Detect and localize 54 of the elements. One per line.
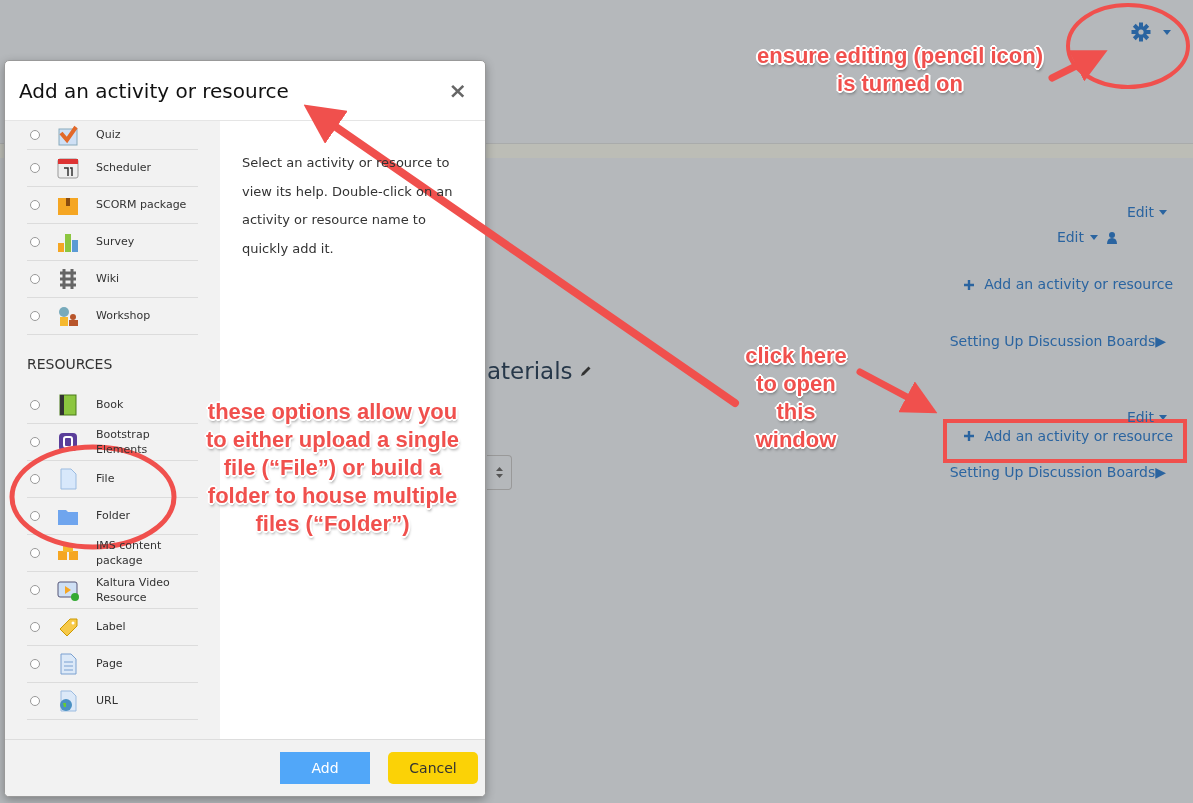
option-label[interactable]: Bootstrap Elements (96, 426, 188, 458)
option-label[interactable]: URL (96, 693, 118, 709)
plus-icon (964, 431, 975, 441)
radio-button[interactable] (30, 548, 40, 558)
module-icon (56, 156, 80, 180)
option-label[interactable]: Wiki (96, 271, 120, 287)
option-label[interactable]: SCORM package (96, 197, 187, 213)
option-label[interactable]: File (96, 471, 115, 487)
radio-button[interactable] (30, 274, 40, 284)
radio-button[interactable] (30, 237, 40, 247)
option-label[interactable]: Scheduler (96, 160, 152, 176)
radio-button[interactable] (30, 659, 40, 669)
module-icon (56, 123, 80, 147)
radio-button[interactable] (30, 696, 40, 706)
radio-button[interactable] (30, 163, 40, 173)
radio-button[interactable] (30, 311, 40, 321)
pencil-icon[interactable] (579, 365, 592, 378)
option-label[interactable]: Kaltura Video Resource (96, 574, 188, 606)
caret-icon (1159, 210, 1167, 215)
section-heading: RESOURCES (27, 355, 114, 374)
close-button[interactable]: × (444, 79, 471, 102)
caret-icon (1159, 414, 1167, 420)
option-label[interactable]: Quiz (96, 127, 121, 143)
plus-icon (964, 279, 975, 290)
caret-icon (1163, 30, 1171, 35)
dialog-title: Add an activity or resource (19, 77, 289, 105)
user-icon (1107, 231, 1117, 244)
annotation-text: these options allow you to either upload a single file (“File”) or build a folder to house multiple files (“Folder”) (205, 398, 460, 538)
option-label[interactable]: Workshop (96, 308, 151, 324)
radio-button[interactable] (30, 400, 40, 410)
up-down-arrows-icon (495, 466, 503, 478)
option-label[interactable]: Book (96, 397, 124, 413)
radio-button[interactable] (30, 437, 40, 447)
radio-button[interactable] (30, 130, 40, 140)
annotation-text: click here to open this window (744, 342, 848, 454)
option-label[interactable]: Survey (96, 234, 135, 250)
option-label[interactable]: Label (96, 619, 126, 635)
module-icon (56, 578, 80, 602)
radio-button[interactable] (30, 622, 40, 632)
section-title: aterials (487, 357, 573, 386)
select-field[interactable] (487, 454, 512, 490)
radio-button[interactable] (30, 200, 40, 210)
annotation-text: ensure editing (pencil icon) is turned on (755, 42, 1044, 98)
cancel-button[interactable]: Cancel (388, 752, 478, 784)
option-label[interactable]: Folder (96, 508, 130, 524)
radio-button[interactable] (30, 474, 40, 484)
option-label[interactable]: Page (96, 656, 123, 672)
radio-button[interactable] (30, 511, 40, 521)
caret-icon (1090, 235, 1098, 240)
annotation-arrow (1048, 50, 1108, 82)
radio-button[interactable] (30, 585, 40, 595)
module-icon (56, 393, 80, 417)
settings-icon[interactable] (1131, 22, 1151, 42)
module-icon (56, 304, 80, 328)
